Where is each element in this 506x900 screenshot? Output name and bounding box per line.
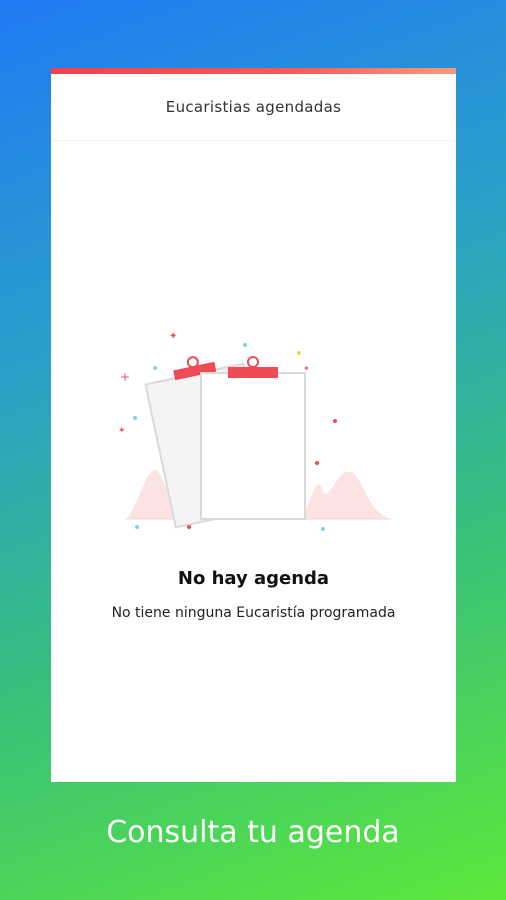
svg-text:✦: ✦ [169,331,177,342]
app-header: Eucaristias agendadas [51,74,456,141]
svg-text:+: + [120,370,130,384]
svg-text:✶: ✶ [303,364,310,373]
svg-text:✶: ✶ [118,426,126,436]
empty-state-subtitle: No tiene ninguna Eucaristía programada [111,605,396,621]
promo-caption: Consulta tu agenda [106,815,400,850]
page-title: Eucaristias agendadas [165,98,342,116]
empty-clipboard-icon: ✦ + ✶ ✶ [118,331,391,531]
phone-screen: Eucaristias agendadas ✦ + ✶ ✶ No hay age… [51,68,456,782]
empty-state-illustration: ✦ + ✶ ✶ [117,323,393,533]
empty-state-title: No hay agenda [177,568,330,589]
